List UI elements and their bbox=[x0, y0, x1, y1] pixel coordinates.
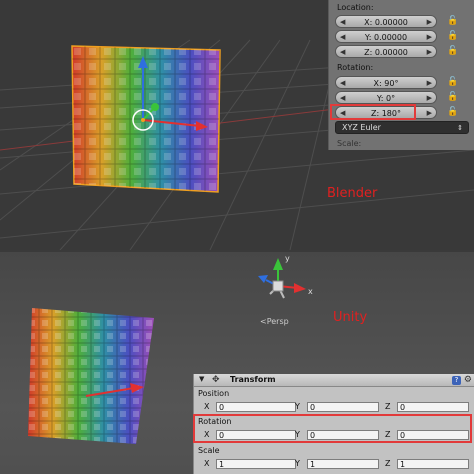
increment-arrow-icon[interactable]: ▶ bbox=[427, 92, 432, 105]
rotation-mode-value: XYZ Euler bbox=[342, 123, 381, 132]
lock-icon[interactable]: 🔓 bbox=[445, 75, 461, 89]
lock-icon[interactable]: 🔓 bbox=[445, 29, 461, 43]
location-z-field[interactable]: ◀ Z: 0.00000 ▶ bbox=[335, 45, 437, 58]
rotation-highlight-box bbox=[193, 414, 472, 443]
scale-x-input[interactable]: 1 bbox=[216, 459, 296, 469]
location-y-value: Y: 0.00000 bbox=[364, 33, 408, 42]
rotation-y-value: Y: 0° bbox=[376, 94, 396, 103]
decrement-arrow-icon[interactable]: ◀ bbox=[340, 16, 345, 29]
rotation-x-value: X: 90° bbox=[373, 79, 399, 88]
position-z-input[interactable]: 0 bbox=[397, 402, 469, 412]
rotation-label: Rotation: bbox=[337, 63, 374, 72]
position-y-input[interactable]: 0 bbox=[307, 402, 379, 412]
scale-label: Scale: bbox=[337, 139, 362, 148]
unity-caption: Unity bbox=[333, 310, 368, 325]
lock-icon[interactable]: 🔓 bbox=[445, 14, 461, 28]
position-label: Position bbox=[198, 389, 230, 398]
position-y-axis: Y bbox=[295, 402, 300, 411]
increment-arrow-icon[interactable]: ▶ bbox=[427, 77, 432, 90]
scale-y-axis: Y bbox=[295, 459, 300, 468]
unity-textured-plane[interactable] bbox=[26, 304, 160, 448]
increment-arrow-icon[interactable]: ▶ bbox=[427, 46, 432, 59]
decrement-arrow-icon[interactable]: ◀ bbox=[340, 77, 345, 90]
chevron-updown-icon: ⇕ bbox=[457, 124, 463, 132]
increment-arrow-icon[interactable]: ▶ bbox=[427, 107, 432, 120]
increment-arrow-icon[interactable]: ▶ bbox=[427, 31, 432, 44]
lock-icon[interactable]: 🔓 bbox=[445, 44, 461, 58]
scale-label: Scale bbox=[198, 446, 220, 455]
scene-orientation-gizmo[interactable]: y x bbox=[248, 252, 318, 308]
rotation-x-field[interactable]: ◀ X: 90° ▶ bbox=[335, 76, 437, 89]
position-z-axis: Z bbox=[385, 402, 391, 411]
rotation-mode-select[interactable]: XYZ Euler ⇕ bbox=[335, 121, 469, 134]
location-label: Location: bbox=[337, 3, 374, 12]
lock-icon[interactable]: 🔓 bbox=[445, 90, 461, 104]
blender-transform-panel: Location: ◀ X: 0.00000 ▶ 🔓 ◀ Y: 0.00000 … bbox=[328, 0, 474, 150]
scale-y-input[interactable]: 1 bbox=[307, 459, 379, 469]
lock-icon[interactable]: 🔓 bbox=[445, 105, 461, 119]
position-x-input[interactable]: 0 bbox=[216, 402, 296, 412]
scale-z-input[interactable]: 1 bbox=[397, 459, 469, 469]
transform-title: Transform bbox=[230, 375, 276, 384]
scale-z-axis: Z bbox=[385, 459, 391, 468]
decrement-arrow-icon[interactable]: ◀ bbox=[340, 46, 345, 59]
blender-caption: Blender bbox=[327, 186, 378, 201]
location-z-value: Z: 0.00000 bbox=[364, 48, 408, 57]
gizmo-y-label: y bbox=[285, 254, 290, 263]
increment-arrow-icon[interactable]: ▶ bbox=[427, 16, 432, 29]
rotation-y-field[interactable]: ◀ Y: 0° ▶ bbox=[335, 91, 437, 104]
help-icon[interactable]: ? bbox=[452, 376, 461, 385]
foldout-arrow-icon[interactable]: ▼ bbox=[199, 375, 204, 383]
transform-icon: ✥ bbox=[212, 375, 220, 385]
scale-x-axis: X bbox=[204, 459, 210, 468]
location-x-field[interactable]: ◀ X: 0.00000 ▶ bbox=[335, 15, 437, 28]
gizmo-x-label: x bbox=[308, 287, 313, 296]
location-y-field[interactable]: ◀ Y: 0.00000 ▶ bbox=[335, 30, 437, 43]
decrement-arrow-icon[interactable]: ◀ bbox=[340, 31, 345, 44]
gear-icon[interactable]: ⚙ bbox=[464, 375, 472, 385]
transform-header[interactable]: ▼ ✥ Transform ? ⚙ bbox=[194, 374, 474, 387]
rotation-z-highlight-box bbox=[330, 104, 416, 120]
location-x-value: X: 0.00000 bbox=[364, 18, 408, 27]
position-x-axis: X bbox=[204, 402, 210, 411]
blender-textured-plane[interactable] bbox=[70, 44, 222, 194]
projection-toggle[interactable]: <Persp bbox=[260, 317, 289, 326]
